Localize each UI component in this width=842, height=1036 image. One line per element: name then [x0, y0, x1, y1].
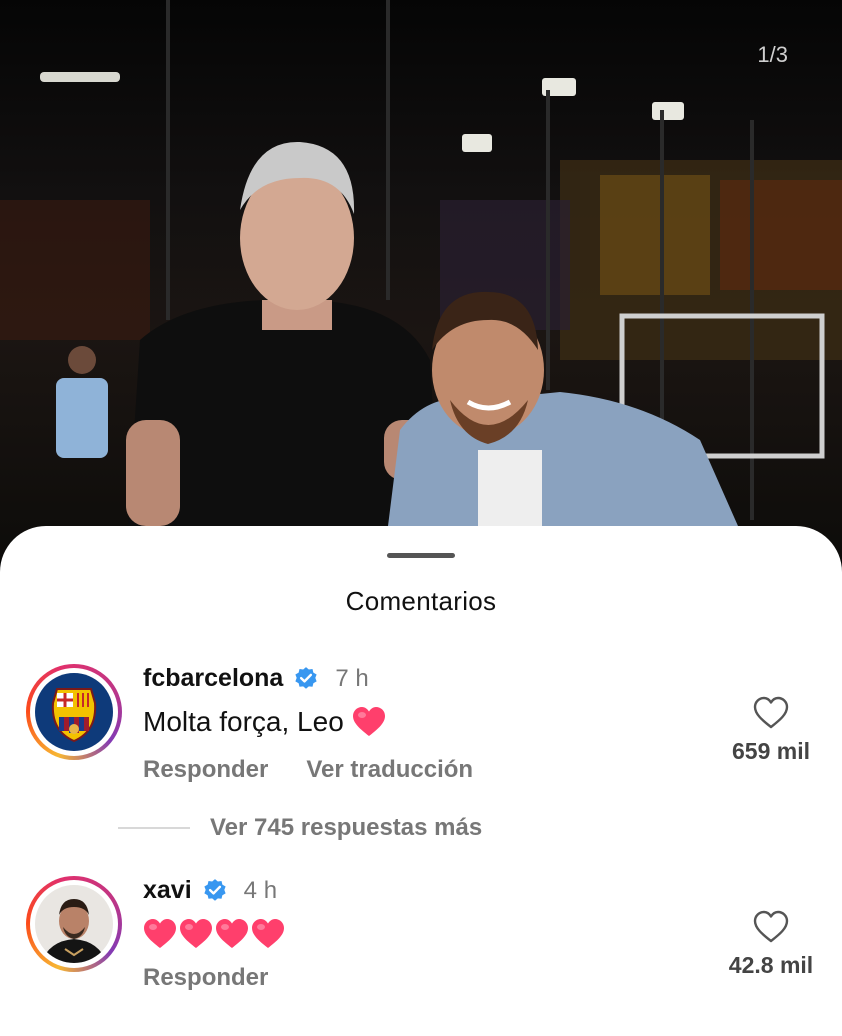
- comments-sheet: Comentarios fcbarcelona 7 h Molta força,…: [0, 526, 842, 1036]
- comment-body: Molta força, Leo: [143, 706, 386, 738]
- heart-emoji-icon: [180, 919, 212, 948]
- heart-outline-icon[interactable]: [753, 696, 789, 730]
- comment-username[interactable]: fcbarcelona: [143, 664, 283, 693]
- view-replies-label[interactable]: Ver 745 respuestas más: [210, 814, 482, 842]
- xavi-avatar-photo: [35, 885, 113, 963]
- heart-emoji-icon: [144, 919, 176, 948]
- reply-button[interactable]: Responder: [143, 964, 268, 992]
- like-column: 42.8 mil: [716, 910, 826, 979]
- comment-actions: Responder Ver traducción: [143, 756, 473, 784]
- heart-emoji-icon: [252, 919, 284, 948]
- comment-body: [143, 918, 285, 950]
- avatar[interactable]: [26, 664, 122, 760]
- heart-emoji-icon: [352, 707, 385, 736]
- comment-header: xavi 4 h: [143, 876, 277, 905]
- replies-divider: [118, 827, 190, 829]
- comment-actions: Responder: [143, 964, 268, 992]
- comment-username[interactable]: xavi: [143, 876, 192, 905]
- translate-button[interactable]: Ver traducción: [306, 756, 473, 784]
- comment-time: 4 h: [243, 876, 278, 904]
- verified-badge-icon: [204, 878, 226, 901]
- sheet-title: Comentarios: [345, 586, 497, 616]
- heart-outline-icon[interactable]: [753, 910, 789, 944]
- like-column: 659 mil: [716, 696, 826, 765]
- comment-text: Molta força, Leo: [143, 706, 344, 737]
- photo-page-counter: 1/3: [757, 42, 788, 67]
- view-replies[interactable]: Ver 745 respuestas más: [118, 814, 482, 842]
- comment-header: fcbarcelona 7 h: [143, 664, 369, 693]
- like-count: 42.8 mil: [728, 952, 814, 978]
- like-count: 659 mil: [732, 738, 810, 764]
- reply-button[interactable]: Responder: [143, 756, 268, 784]
- avatar[interactable]: [26, 876, 122, 972]
- comment-time: 7 h: [335, 664, 369, 692]
- fcb-crest-icon: [35, 673, 113, 751]
- heart-emoji-icon: [216, 919, 248, 948]
- photo-illustration: [0, 0, 842, 526]
- verified-badge-icon: [295, 666, 317, 689]
- post-photo[interactable]: 1/3: [0, 0, 842, 560]
- sheet-drag-handle[interactable]: [387, 553, 455, 558]
